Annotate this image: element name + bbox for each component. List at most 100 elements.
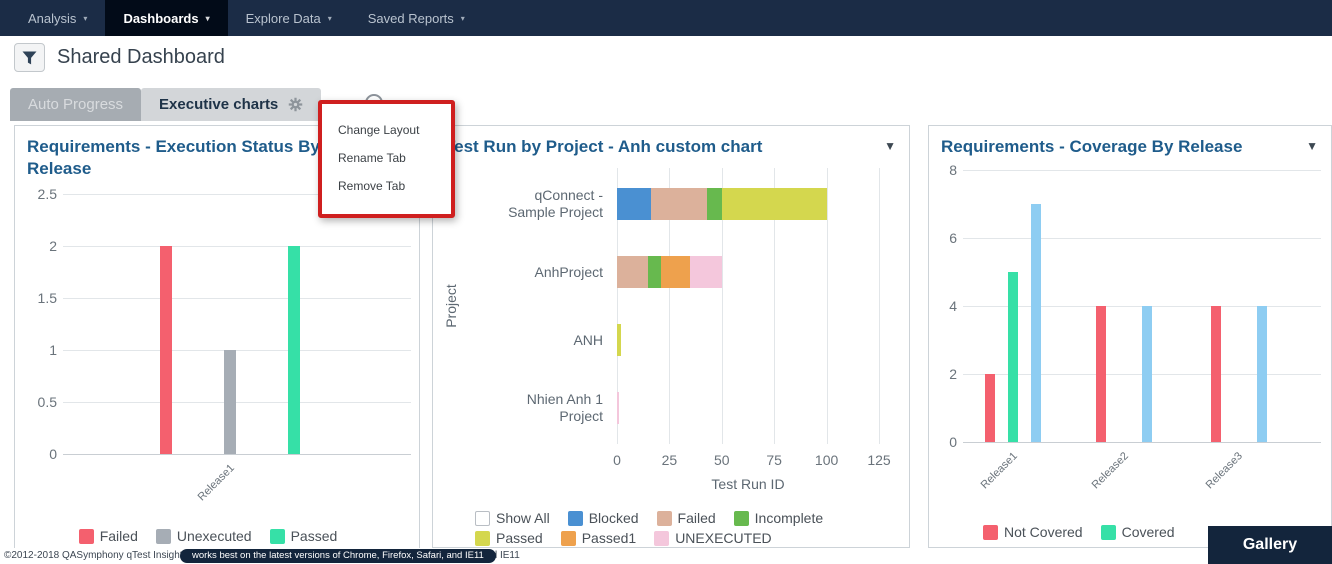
legend-swatch: [1101, 525, 1116, 540]
gridline: [63, 246, 411, 247]
legend-swatch: [561, 531, 576, 546]
legend-swatch: [734, 511, 749, 526]
gridline: [963, 442, 1321, 443]
x-tick-label: 50: [702, 452, 742, 468]
gridline: [963, 238, 1321, 239]
chart-panel-coverage-by-release: Requirements - Coverage By Release ▼ Not…: [928, 125, 1332, 548]
bar-segment-unexecuted: [617, 392, 619, 424]
chart-options-caret-icon[interactable]: ▼: [884, 139, 896, 153]
nav-item-explore-data[interactable]: Explore Data▾: [228, 0, 350, 36]
tab-auto-progress[interactable]: Auto Progress: [10, 88, 141, 121]
bar-segment-failed: [651, 188, 708, 220]
legend-item-covered[interactable]: Covered: [1101, 524, 1175, 540]
gridline: [63, 454, 411, 455]
bar-segment-unexecuted: [690, 256, 721, 288]
y-tick-label: 0: [19, 446, 57, 462]
legend-swatch: [568, 511, 583, 526]
gridline: [63, 402, 411, 403]
gridline: [879, 168, 880, 444]
legend-swatch: [983, 525, 998, 540]
menu-item-remove-tab[interactable]: Remove Tab: [322, 172, 451, 200]
x-tick-label: 75: [754, 452, 794, 468]
bar-segment-blocked: [617, 188, 651, 220]
bar-series: [1257, 306, 1267, 442]
gridline: [963, 170, 1321, 171]
nav-item-dashboards[interactable]: Dashboards▾: [105, 0, 227, 36]
chart-legend: Show All Blocked Failed Incomplete Passed Pas…: [475, 510, 877, 548]
chevron-down-icon: ▾: [83, 14, 87, 23]
legend-item-incomplete[interactable]: Incomplete: [734, 510, 823, 526]
filter-button[interactable]: [14, 43, 45, 72]
chevron-down-icon: ▾: [461, 14, 465, 23]
chart-title: Test Run by Project - Anh custom chart: [445, 136, 763, 158]
menu-item-change-layout[interactable]: Change Layout: [322, 116, 451, 144]
legend-item-passed[interactable]: Passed: [270, 528, 338, 544]
bar-segment-incomplete: [707, 188, 722, 220]
chart-title: Requirements - Coverage By Release: [941, 136, 1259, 158]
y-tick-label: 1: [19, 342, 57, 358]
gear-icon[interactable]: [288, 97, 303, 112]
nav-item-analysis[interactable]: Analysis▾: [10, 0, 105, 36]
funnel-icon: [22, 51, 37, 65]
x-tick-label: 100: [807, 452, 847, 468]
x-category-label: Release3: [1204, 450, 1245, 491]
tab-executive-charts[interactable]: Executive charts: [141, 88, 321, 121]
bar-series: [1031, 204, 1041, 442]
legend-item-show-all[interactable]: Show All: [475, 510, 550, 526]
footer: ©2012-2018 QASymphony qTest Insights 1.1…: [0, 548, 1332, 564]
status-tooltip: works best on the latest versions of Chr…: [180, 549, 496, 563]
x-category-label: Release2: [1089, 450, 1130, 491]
legend-item-failed[interactable]: Failed: [657, 510, 716, 526]
y-tick-label: 6: [928, 230, 957, 246]
bar-not-covered: [985, 374, 995, 442]
x-axis-title: Test Run ID: [617, 476, 879, 492]
bar-not-covered: [1096, 306, 1106, 442]
legend-item-unexecuted[interactable]: Unexecuted: [156, 528, 252, 544]
legend-swatch: [270, 529, 285, 544]
gridline: [827, 168, 828, 444]
gallery-button[interactable]: Gallery: [1208, 526, 1332, 564]
chevron-down-icon: ▾: [206, 14, 210, 23]
legend-item-blocked[interactable]: Blocked: [568, 510, 639, 526]
y-tick-label: 8: [928, 162, 957, 178]
y-tick-label: 4: [928, 298, 957, 314]
page-header: Shared Dashboard: [0, 36, 1332, 84]
menu-item-rename-tab[interactable]: Rename Tab: [322, 144, 451, 172]
legend-item-not-covered[interactable]: Not Covered: [983, 524, 1083, 540]
nav-item-saved-reports[interactable]: Saved Reports▾: [350, 0, 483, 36]
bar-unexecuted: [224, 350, 236, 454]
bar-segment-failed: [617, 256, 648, 288]
page-title: Shared Dashboard: [57, 46, 225, 69]
x-category-label: Release1: [978, 450, 1019, 491]
y-category-label: AnhProject: [493, 252, 603, 292]
x-tick-label: 0: [597, 452, 637, 468]
bar-segment-passed1: [661, 256, 690, 288]
x-tick-label: 25: [649, 452, 689, 468]
bar-segment-incomplete: [648, 256, 661, 288]
bar-covered: [1008, 272, 1018, 442]
x-category-label: Release1: [195, 462, 236, 503]
dashboard-tabs: Auto ProgressExecutive charts: [10, 88, 321, 121]
bar-series: [1142, 306, 1152, 442]
x-tick-label: 125: [859, 452, 899, 468]
y-category-label: ANH: [493, 320, 603, 360]
legend-item-passed[interactable]: Passed: [475, 530, 543, 546]
bar-failed: [160, 246, 172, 454]
y-tick-label: 2: [19, 238, 57, 254]
legend-item-failed[interactable]: Failed: [79, 528, 138, 544]
gridline: [63, 298, 411, 299]
legend-item-passed1[interactable]: Passed1: [561, 530, 636, 546]
legend-swatch: [657, 511, 672, 526]
legend-item-unexecuted[interactable]: UNEXECUTED: [654, 530, 771, 546]
legend-swatch: [475, 531, 490, 546]
gridline: [63, 350, 411, 351]
y-tick-label: 0: [928, 434, 957, 450]
tab-context-menu: Change LayoutRename TabRemove Tab: [318, 100, 455, 218]
y-category-label: Nhien Anh 1 Project: [493, 388, 603, 428]
chart-panel-test-run-by-project: Test Run by Project - Anh custom chart ▼…: [432, 125, 910, 548]
bar-not-covered: [1211, 306, 1221, 442]
chart-legend: Failed Unexecuted Passed: [15, 528, 419, 548]
chart-options-caret-icon[interactable]: ▼: [1306, 139, 1318, 153]
legend-swatch: [654, 531, 669, 546]
chevron-down-icon: ▾: [328, 14, 332, 23]
